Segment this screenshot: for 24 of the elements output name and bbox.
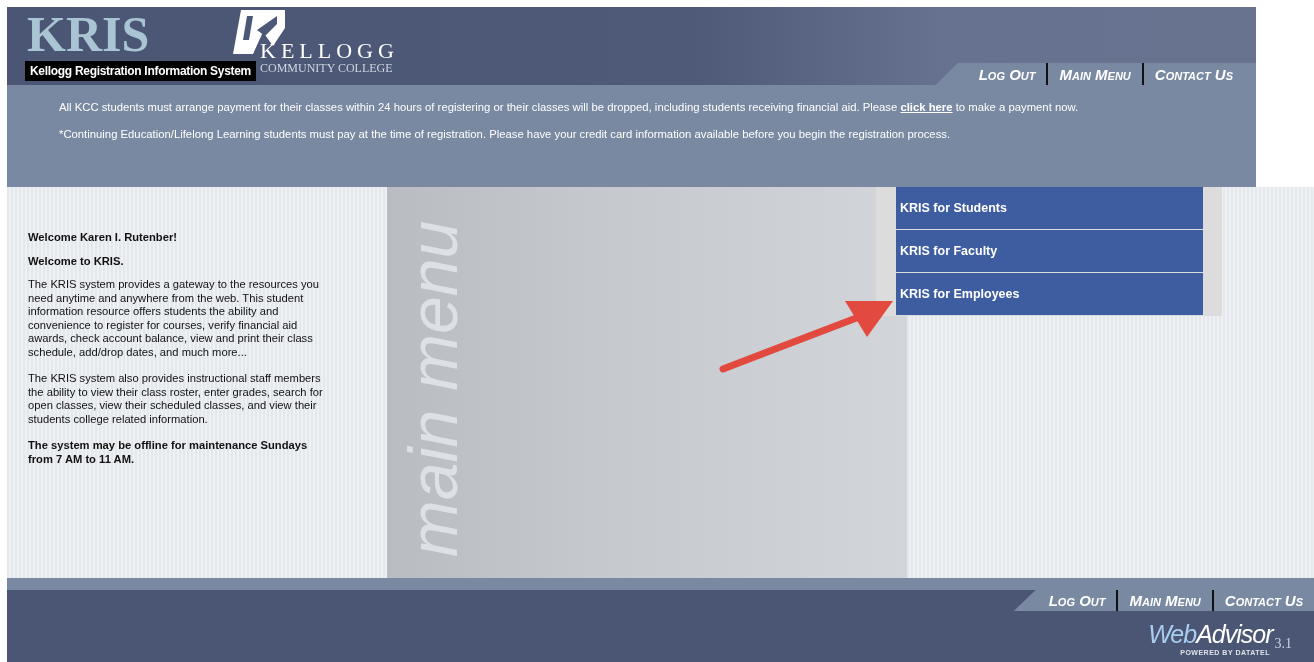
welcome-text: The system may be offline for maintenance Sundays from 7 AM to 11 AM. — [28, 439, 309, 466]
webadvisor-logo-advisor: Advisor — [1196, 620, 1273, 649]
kris-logo-subtitle: Kellogg Registration Information System — [25, 61, 256, 81]
welcome-text: Welcome Karen I. Rutenber! — [28, 231, 178, 245]
college-name: KELLOGG — [260, 40, 399, 62]
notice-text: *Continuing Education/Lifelong Learning students must pay at the time of registration. Please have your credit card information available before you begin the registration process. — [59, 127, 952, 141]
menu-item[interactable]: KRIS for Employees — [896, 273, 1203, 315]
menu-item[interactable]: KRIS for Faculty — [896, 230, 1203, 272]
nav-link[interactable]: Contact Us — [1213, 592, 1314, 609]
webadvisor-logo-web: Web — [1148, 620, 1197, 649]
version-label: 3.1 — [1274, 636, 1292, 652]
welcome-text: The KRIS system also provides instructional staff members the ability to view their class roster, enter grades, search for open classes, view their scheduled classes, and view their students college related information. — [28, 372, 324, 426]
menu-item[interactable]: KRIS for Students — [896, 187, 1203, 229]
welcome-text: The KRIS system provides a gateway to the resources you need anytime and anywhere from the web. This student information resource offers students the ability and convenience to register for courses, verify financial aid awards, check account balance, view and print their class schedule, add/drop dates, and much more... — [28, 278, 320, 359]
payment-link[interactable]: click here — [900, 101, 953, 113]
nav-link[interactable]: Contact Us — [1143, 65, 1244, 83]
nav-link[interactable]: Main Menu — [1048, 65, 1142, 83]
welcome-text: Welcome to KRIS. — [28, 254, 125, 268]
notice-text: All KCC students must arrange payment for their classes within 24 hours of registering or their classes will be dropped, including students receiving financial aid. Please click here to make a payment now. — [59, 100, 1080, 114]
college-subname: COMMUNITY COLLEGE — [260, 62, 394, 75]
nav-link[interactable]: Log Out — [1037, 592, 1117, 609]
nav-link[interactable]: Main Menu — [1118, 592, 1212, 609]
nav-link[interactable]: Log Out — [967, 65, 1047, 83]
kris-logo-title: KRIS — [26, 9, 151, 59]
